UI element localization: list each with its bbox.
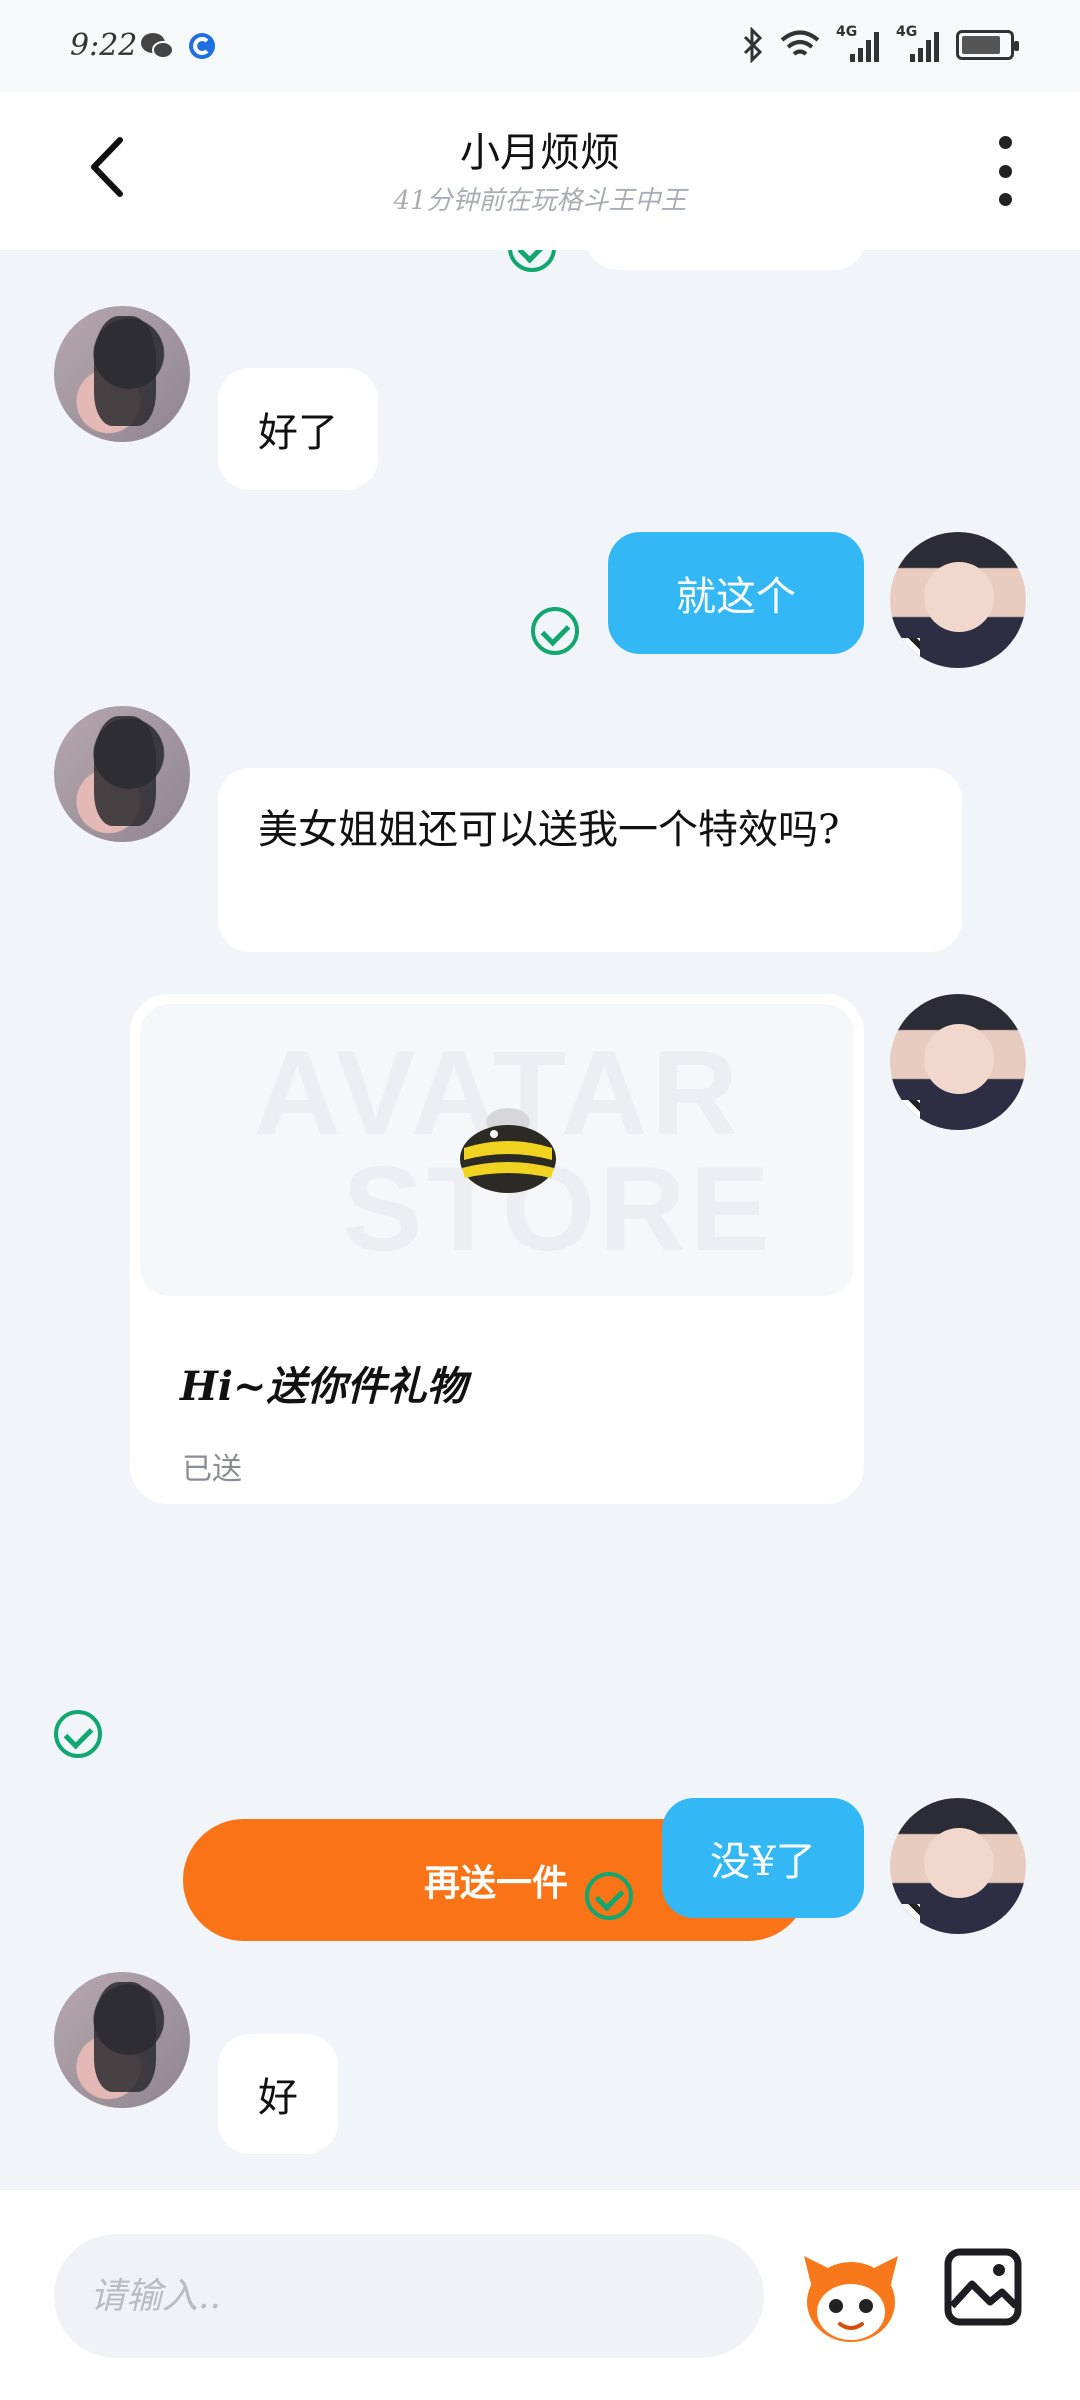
message-list[interactable]: 好了 就这个 美女姐姐还可以送我一个特效吗? AVATAR STORE Hi~送… [0,250,1080,2190]
message-text: 就这个 [676,574,796,620]
gift-status: 已送 [182,1452,242,1487]
contact-avatar[interactable] [54,1972,190,2108]
contact-avatar[interactable] [54,306,190,442]
message-bubble-received[interactable]: 好 [218,2034,338,2154]
message-text: 没¥了 [710,1839,816,1885]
message-input[interactable] [54,2234,764,2358]
more-options-button[interactable] [990,136,1020,206]
emoji-mascot-button[interactable] [800,2248,902,2346]
wifi-icon [780,30,820,56]
read-check-icon [531,607,579,655]
message-text: 好了 [258,410,338,456]
read-check-icon [54,1710,102,1758]
app-notification-icon [189,33,215,59]
my-avatar[interactable] [890,1798,1026,1934]
contact-activity-status: 41分钟前在玩格斗王中王 [393,186,687,216]
gift-banner: AVATAR STORE [140,1004,854,1296]
message-bubble-sent[interactable]: 没¥了 [662,1798,864,1918]
battery-charging-icon [956,30,1019,60]
message-text: 好 [258,2075,298,2121]
message-bubble-sent[interactable]: 就这个 [608,532,864,654]
read-check-icon [585,1872,633,1920]
status-bar: 9:22 4G 4G [0,0,1080,92]
read-check-icon [508,250,556,272]
gift-card-message[interactable]: AVATAR STORE Hi~送你件礼物 已送 [130,994,864,1504]
message-text: 美女姐姐还可以送我一个特效吗? [258,807,840,853]
bee-gift-icon [460,1108,556,1193]
image-picker-button[interactable] [944,2248,1022,2326]
wechat-icon [141,33,174,59]
signal-4g-icon: 4G [836,24,880,64]
contact-name[interactable]: 小月烦烦 [0,120,1080,178]
message-bubble-received[interactable]: 美女姐姐还可以送我一个特效吗? [218,768,962,952]
signal-4g-icon: 4G [896,24,940,64]
status-time: 9:22 [70,28,138,63]
mascot-face-icon [804,2256,898,2342]
my-avatar[interactable] [890,994,1026,1130]
gift-title: Hi~送你件礼物 [180,1363,467,1410]
image-icon [944,2248,1022,2326]
more-vertical-icon [998,136,1012,206]
composer-bar [0,2190,1080,2400]
message-bubble-partial [586,250,866,270]
message-bubble-received[interactable]: 好了 [218,368,378,490]
bluetooth-icon [743,27,763,63]
chat-header: 小月烦烦 41分钟前在玩格斗王中王 [0,92,1080,250]
contact-avatar[interactable] [54,706,190,842]
my-avatar[interactable] [890,532,1026,668]
